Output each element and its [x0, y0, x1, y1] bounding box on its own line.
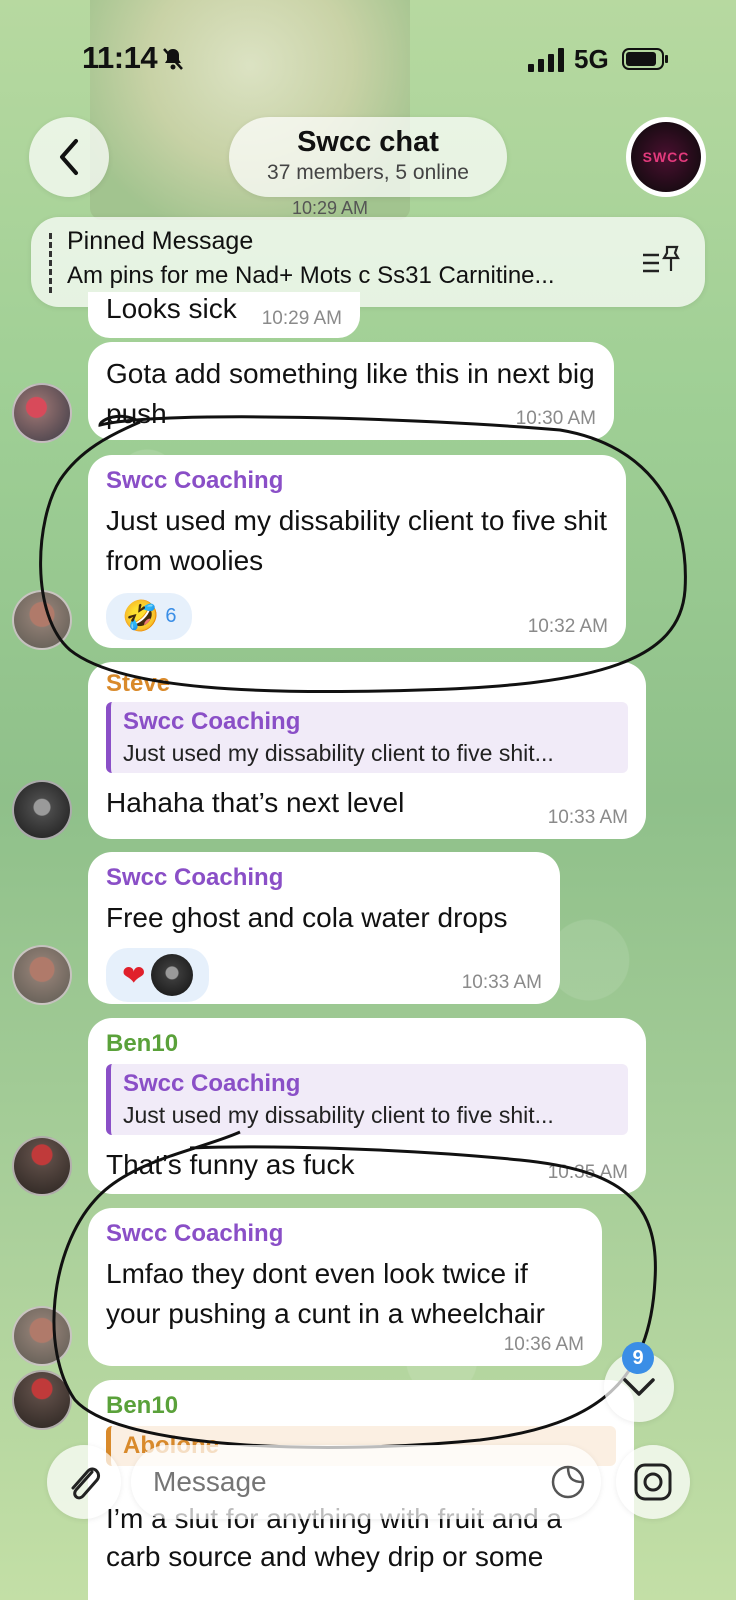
message-bubble[interactable]: Swcc Coaching Lmfao they dont even look … [88, 1208, 602, 1366]
chat-member-count: 37 members, 5 online [267, 161, 469, 184]
pinned-indicator [49, 233, 52, 293]
pinned-title: Pinned Message [67, 227, 254, 255]
message-input[interactable] [131, 1445, 601, 1519]
message-text: Free ghost and cola water drops [106, 902, 508, 933]
battery-icon [622, 48, 668, 70]
reaction-chip[interactable]: 🤣 6 [106, 593, 193, 640]
avatar[interactable] [12, 1136, 72, 1196]
message-sender: Swcc Coaching [106, 1220, 284, 1247]
composer-bar [0, 1440, 736, 1600]
pinned-text: Am pins for me Nad+ Mots c Ss31 Carnitin… [67, 262, 555, 289]
message-time: 10:35 AM [547, 1162, 628, 1183]
back-button[interactable] [29, 117, 109, 197]
chat-title-pill[interactable]: Swcc chat 37 members, 5 online [229, 117, 507, 197]
message-bubble[interactable]: Looks sick 10:29 AM [88, 292, 360, 338]
sticker-icon[interactable] [550, 1464, 586, 1500]
message-text: Lmfao they dont even look twice if your … [106, 1258, 545, 1329]
heart-emoji-icon: ❤ [122, 959, 146, 991]
avatar[interactable] [12, 780, 72, 840]
message-time: 10:36 AM [503, 1334, 584, 1355]
paperclip-icon [71, 1467, 101, 1500]
avatar[interactable] [12, 1306, 72, 1366]
attach-button[interactable] [47, 1445, 121, 1519]
unread-badge: 9 [622, 1342, 654, 1374]
reactor-avatar [151, 954, 194, 996]
reply-text: Just used my dissability client to five … [123, 1102, 554, 1128]
chevron-down-icon [623, 1378, 655, 1396]
pinned-list-icon[interactable] [641, 243, 681, 277]
reply-text: Just used my dissability client to five … [123, 740, 554, 766]
message-time: 10:29 AM [261, 308, 342, 329]
message-bubble[interactable]: Gota add something like this in next big… [88, 342, 614, 440]
message-time: 10:33 AM [547, 807, 628, 828]
reaction-chip[interactable]: ❤ [106, 948, 210, 1002]
avatar[interactable] [12, 1370, 72, 1430]
time-chip: 10:29 AM [292, 198, 369, 218]
group-avatar-logo: SWCC [642, 149, 690, 165]
message-sender: Swcc Coaching [106, 467, 284, 494]
chevron-left-icon [60, 139, 78, 175]
message-time: 10:30 AM [515, 408, 596, 429]
message-sender: Swcc Coaching [106, 864, 284, 891]
reaction-count: 6 [165, 605, 177, 627]
group-avatar[interactable]: SWCC [626, 117, 706, 197]
message-text: Just used my dissability client to five … [106, 505, 608, 576]
camera-button[interactable] [616, 1445, 690, 1519]
avatar[interactable] [12, 590, 72, 650]
message-time: 10:32 AM [527, 616, 608, 637]
reply-sender: Swcc Coaching [123, 1070, 301, 1097]
reply-sender: Swcc Coaching [123, 708, 301, 735]
status-time: 11:14 [82, 40, 158, 75]
message-time: 10:33 AM [461, 972, 542, 993]
reply-preview[interactable]: Swcc Coaching Just used my dissability c… [106, 702, 628, 773]
network-type: 5G [574, 44, 609, 74]
status-bar: 11:14 5G [0, 0, 736, 110]
message-sender: Ben10 [106, 1030, 179, 1057]
message-bubble[interactable]: Ben10 Swcc Coaching Just used my dissabi… [88, 1018, 646, 1194]
bell-off-icon [163, 48, 183, 70]
message-sender: Ben10 [106, 1392, 179, 1419]
avatar[interactable] [12, 383, 72, 443]
reply-preview[interactable]: Swcc Coaching Just used my dissability c… [106, 1064, 628, 1135]
message-bubble[interactable]: Swcc Coaching Free ghost and cola water … [88, 852, 560, 1004]
avatar[interactable] [12, 945, 72, 1005]
cellular-signal-icon [528, 48, 564, 72]
laughing-emoji-icon: 🤣 [122, 600, 160, 633]
chat-title: Swcc chat [297, 126, 439, 158]
message-sender: Steve [106, 670, 171, 697]
message-bubble[interactable]: Steve Swcc Coaching Just used my dissabi… [88, 662, 646, 839]
camera-icon [634, 1463, 672, 1501]
message-bubble[interactable]: Swcc Coaching Just used my dissability c… [88, 455, 626, 648]
